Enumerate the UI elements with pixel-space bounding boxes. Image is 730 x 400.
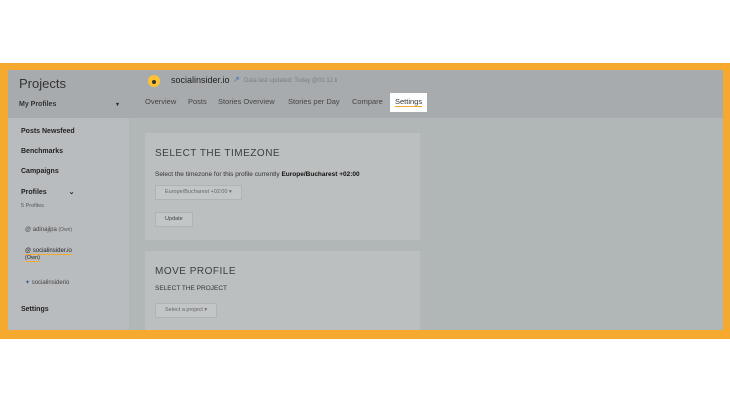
last-updated-label: Data last updated: Today @01:12 bbox=[244, 78, 334, 84]
tab-stories-overview[interactable]: Stories Overview bbox=[218, 97, 275, 106]
profile-handle: @ socialinsider.io bbox=[25, 248, 72, 255]
profile-item-active[interactable]: @ socialinsider.io (Own) bbox=[25, 248, 72, 262]
profile-owner: (Own) bbox=[25, 255, 40, 262]
profiles-count: 5 Profiles bbox=[21, 203, 44, 209]
chevron-down-icon: ▾ bbox=[115, 102, 119, 108]
app-window: Projects My Profiles ▾ Posts Newsfeed Be… bbox=[8, 70, 723, 330]
move-profile-title: MOVE PROFILE bbox=[155, 266, 237, 277]
sidebar-item-benchmarks[interactable]: Benchmarks bbox=[21, 148, 63, 155]
profile-header: socialinsider.io ↗ Data last updated: To… bbox=[129, 70, 723, 118]
timezone-description: Select the timezone for this profile cur… bbox=[155, 171, 360, 178]
profile-handle: @ adinajipa bbox=[25, 227, 57, 233]
external-link-icon[interactable]: ↗ bbox=[233, 75, 240, 84]
profile-item[interactable]: @ adinajipa (Own) bbox=[25, 227, 72, 233]
sidebar-item-profiles[interactable]: Profiles ⌄ bbox=[21, 188, 75, 196]
my-profiles-label: My Profiles bbox=[19, 101, 57, 108]
last-updated-text: Data last updated: Today @01:12 ℹ bbox=[244, 77, 337, 84]
tab-overview[interactable]: Overview bbox=[145, 97, 176, 106]
chevron-down-icon: ⌄ bbox=[68, 189, 75, 196]
move-profile-card: MOVE PROFILE SELECT THE PROJECT Select a… bbox=[145, 251, 420, 330]
brand-logo-icon bbox=[148, 75, 160, 87]
sidebar: Projects My Profiles ▾ Posts Newsfeed Be… bbox=[8, 70, 129, 330]
sidebar-header: Projects My Profiles ▾ bbox=[8, 70, 129, 118]
sidebar-item-profiles-label: Profiles bbox=[21, 189, 47, 196]
current-timezone: Europe/Bucharest +02:00 bbox=[281, 171, 360, 178]
sidebar-item-posts-newsfeed[interactable]: Posts Newsfeed bbox=[21, 128, 75, 135]
twitter-icon: ✦ bbox=[25, 280, 31, 286]
timezone-select[interactable]: Europe/Bucharest +02:00 ▾ bbox=[155, 185, 242, 200]
profile-owner: (Own) bbox=[58, 227, 73, 233]
sidebar-title: Projects bbox=[19, 76, 66, 91]
profile-item[interactable]: ✦ socialinsiderio bbox=[25, 279, 69, 286]
project-select[interactable]: Select a project ▾ bbox=[155, 303, 218, 318]
timezone-card: SELECT THE TIMEZONE Select the timezone … bbox=[145, 133, 420, 240]
sidebar-item-settings[interactable]: Settings bbox=[21, 306, 49, 313]
settings-content: SELECT THE TIMEZONE Select the timezone … bbox=[129, 118, 723, 330]
profile-name[interactable]: socialinsider.io bbox=[171, 75, 230, 85]
tab-settings[interactable]: Settings bbox=[390, 93, 428, 112]
my-profiles-dropdown[interactable]: My Profiles ▾ bbox=[19, 101, 119, 108]
tab-posts[interactable]: Posts bbox=[188, 97, 207, 106]
timezone-title: SELECT THE TIMEZONE bbox=[155, 148, 281, 159]
timezone-description-text: Select the timezone for this profile cur… bbox=[155, 171, 282, 178]
info-icon[interactable]: ℹ bbox=[335, 78, 337, 84]
profile-handle: socialinsiderio bbox=[31, 280, 70, 286]
tab-stories-per-day[interactable]: Stories per Day bbox=[288, 97, 340, 106]
update-button[interactable]: Update bbox=[155, 212, 193, 227]
select-project-label: SELECT THE PROJECT bbox=[155, 285, 227, 292]
tab-compare[interactable]: Compare bbox=[352, 97, 383, 106]
tab-settings-label: Settings bbox=[395, 97, 423, 107]
sidebar-item-campaigns[interactable]: Campaigns bbox=[21, 168, 59, 175]
